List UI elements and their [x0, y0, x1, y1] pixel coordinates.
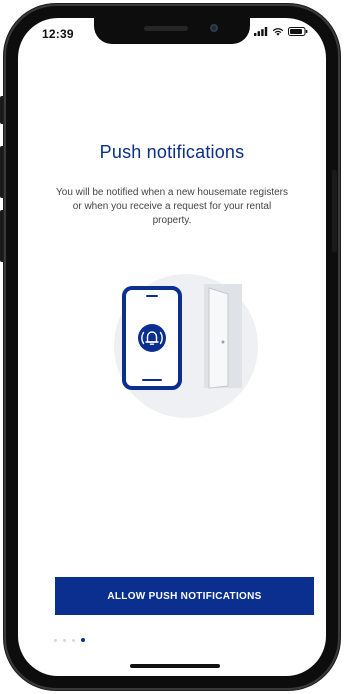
door-knob — [221, 340, 225, 344]
device-mockup: 12:39 Push notifications You will be not… — [0, 0, 348, 694]
wifi-icon — [272, 28, 284, 36]
notch — [94, 18, 250, 44]
pager-dot-4-active[interactable] — [81, 638, 85, 642]
pager-dot-3[interactable] — [72, 638, 75, 642]
pagination-dots — [54, 638, 85, 642]
phone-frame: 12:39 Push notifications You will be not… — [4, 4, 340, 690]
pager-dot-2[interactable] — [63, 638, 66, 642]
door-panel — [208, 287, 229, 389]
status-icons — [254, 27, 308, 36]
phone-speaker — [146, 295, 158, 297]
phone-notification-door-illustration — [114, 274, 258, 418]
speaker-grille — [144, 26, 188, 31]
battery-icon — [288, 27, 308, 36]
signal-icon — [254, 27, 268, 36]
page-title: Push notifications — [99, 142, 245, 162]
status-time: 12:39 — [42, 27, 74, 41]
pager-dot-1[interactable] — [54, 638, 57, 642]
home-indicator[interactable] — [130, 664, 220, 668]
phone-screen: 12:39 Push notifications You will be not… — [18, 18, 326, 676]
page-description: You will be notified when a new housemat… — [56, 187, 288, 226]
allow-push-notifications-button[interactable]: ALLOW PUSH NOTIFICATIONS — [55, 577, 314, 615]
power-button — [332, 170, 337, 252]
phone-home-bar — [142, 379, 162, 381]
front-camera — [210, 24, 218, 32]
